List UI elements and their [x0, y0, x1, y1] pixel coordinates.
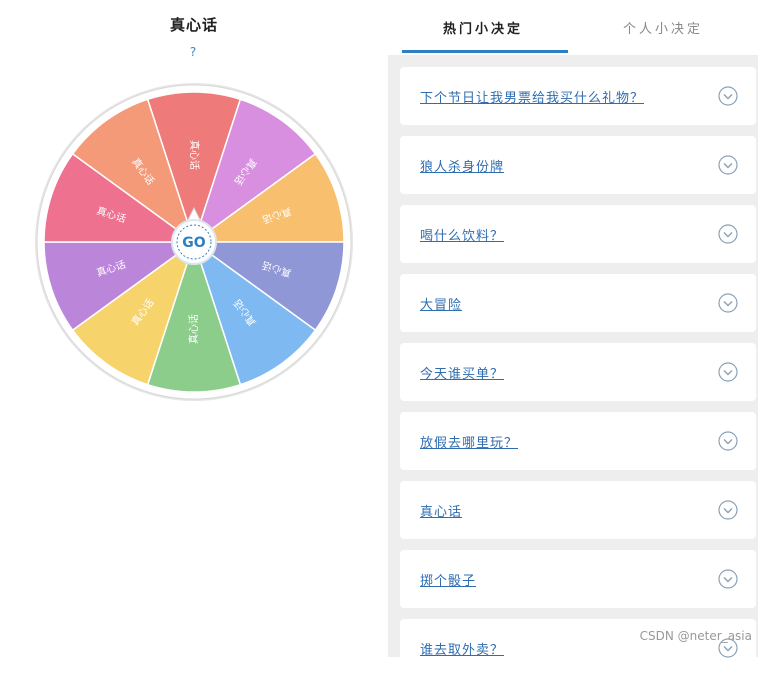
decision-label[interactable]: 狼人杀身份牌 [420, 156, 504, 175]
decision-card[interactable]: 狼人杀身份牌 [400, 136, 756, 194]
decision-label[interactable]: 大冒险 [420, 294, 462, 313]
chevron-down-icon[interactable] [718, 569, 738, 589]
decision-card[interactable]: 真心话 [400, 481, 756, 539]
active-tab-indicator [402, 50, 568, 53]
decision-label[interactable]: 今天谁买单？ [420, 363, 504, 382]
chevron-down-icon[interactable] [718, 500, 738, 520]
wheel-segment-label: 真心话 [188, 140, 201, 170]
chevron-down-icon[interactable] [718, 431, 738, 451]
spin-wheel[interactable]: 真心话真心话真心话真心话真心话真心话真心话真心话真心话真心话GO [0, 0, 388, 420]
decision-label[interactable]: 掷个骰子 [420, 570, 476, 589]
decision-card[interactable]: 谁去取外卖？ [400, 619, 756, 677]
chevron-down-icon[interactable] [718, 293, 738, 313]
decision-card[interactable]: 大冒险 [400, 274, 756, 332]
tab-hot-decisions[interactable]: 热门小决定 [398, 18, 568, 48]
wheel-title: 真心话 [169, 16, 218, 34]
chevron-down-icon[interactable] [718, 362, 738, 382]
tab-bar: 热门小决定 个人小决定 [388, 0, 758, 55]
decision-card[interactable]: 喝什么饮料？ [400, 205, 756, 263]
chevron-down-icon[interactable] [718, 86, 738, 106]
wheel-segment-label: 真心话 [187, 314, 200, 344]
decision-label[interactable]: 喝什么饮料？ [420, 225, 504, 244]
decision-label[interactable]: 放假去哪里玩？ [420, 432, 518, 451]
decision-card[interactable]: 放假去哪里玩？ [400, 412, 756, 470]
decision-label[interactable]: 谁去取外卖？ [420, 639, 504, 658]
chevron-down-icon[interactable] [718, 224, 738, 244]
tab-personal-decisions[interactable]: 个人小决定 [578, 18, 748, 48]
watermark: CSDN @neter_asia [639, 629, 752, 643]
chevron-down-icon[interactable] [718, 155, 738, 175]
decision-label[interactable]: 真心话 [420, 501, 462, 520]
go-label[interactable]: GO [182, 235, 205, 251]
help-icon[interactable]: ? [185, 45, 201, 59]
decision-label[interactable]: 下个节日让我男票给我买什么礼物？ [420, 87, 644, 106]
wheel-panel: 真心话 真心话 真心话 真心话 真心话 真心话 真心话 真心话 真心话 真心话 GO 真心话 ? [0, 0, 388, 657]
decision-card[interactable]: 掷个骰子 [400, 550, 756, 608]
decision-card[interactable]: 下个节日让我男票给我买什么礼物？ [400, 67, 756, 125]
decision-card[interactable]: 今天谁买单？ [400, 343, 756, 401]
decision-panel: 热门小决定 个人小决定 下个节日让我男票给我买什么礼物？ 狼人杀身份牌 喝什么饮… [388, 0, 758, 677]
